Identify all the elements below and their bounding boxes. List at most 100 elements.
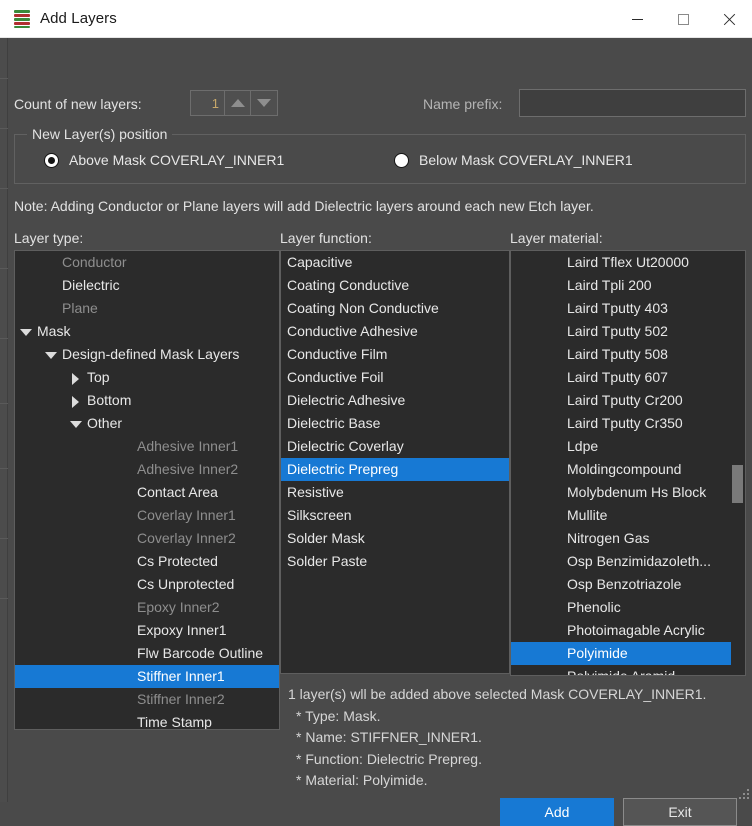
layer-type-item[interactable]: Coverlay Inner2 <box>15 527 279 550</box>
layer-function-item[interactable]: Conductive Foil <box>281 366 509 389</box>
layer-type-item[interactable]: Design-defined Mask Layers <box>15 343 279 366</box>
chevron-right-icon[interactable] <box>69 389 83 412</box>
layer-type-item[interactable]: Epoxy Inner2 <box>15 596 279 619</box>
count-spinner[interactable]: 1 <box>190 90 278 116</box>
layer-material-item[interactable]: Laird Tputty Cr350 <box>511 412 731 435</box>
layer-function-list[interactable]: Capacitive Coating Conductive Coating Non … <box>280 250 510 674</box>
layer-function-item[interactable]: Dielectric Base <box>281 412 509 435</box>
layer-material-item[interactable]: Laird Tputty Cr200 <box>511 389 731 412</box>
background-window-sliver <box>0 38 8 802</box>
layer-function-item[interactable]: Resistive <box>281 481 509 504</box>
layer-material-item[interactable]: Moldingcompound <box>511 458 731 481</box>
tree-spacer-icon <box>119 619 133 642</box>
layer-material-item[interactable]: Laird Tputty 403 <box>511 297 731 320</box>
layer-function-item[interactable]: Dielectric Coverlay <box>281 435 509 458</box>
layer-function-item[interactable]: Conductive Adhesive <box>281 320 509 343</box>
layer-function-item[interactable]: Coating Non Conductive <box>281 297 509 320</box>
spinner-down-button[interactable] <box>251 91 277 115</box>
material-scrollbar[interactable] <box>731 252 744 675</box>
layer-type-item[interactable]: Stiffner Inner2 <box>15 688 279 711</box>
layer-type-item[interactable]: Dielectric <box>15 274 279 297</box>
layer-material-item[interactable]: Osp Benzimidazoleth... <box>511 550 731 573</box>
layer-material-list[interactable]: Laird Tflex Ut20000 Laird Tpli 200 Laird T… <box>510 250 746 676</box>
layer-material-item[interactable]: Laird Tpli 200 <box>511 274 731 297</box>
chevron-down-icon[interactable] <box>44 343 58 366</box>
layer-type-item-label: Adhesive Inner1 <box>137 438 239 454</box>
title-bar[interactable]: Add Layers <box>0 0 752 38</box>
minimize-button[interactable] <box>614 0 660 38</box>
count-of-new-layers-label: Count of new layers: <box>14 96 142 112</box>
layer-material-item[interactable]: Nitrogen Gas <box>511 527 731 550</box>
layer-function-item[interactable]: Dielectric Prepreg <box>281 458 509 481</box>
layer-type-item[interactable]: Adhesive Inner1 <box>15 435 279 458</box>
layer-material-item[interactable]: Laird Tputty 508 <box>511 343 731 366</box>
layer-function-item[interactable]: Coating Conductive <box>281 274 509 297</box>
layer-material-item[interactable]: Laird Tputty 607 <box>511 366 731 389</box>
close-button[interactable] <box>706 0 752 38</box>
layer-function-item[interactable]: Conductive Film <box>281 343 509 366</box>
layer-type-item[interactable]: Plane <box>15 297 279 320</box>
tree-spacer-icon <box>119 527 133 550</box>
tree-spacer-icon <box>119 435 133 458</box>
layer-type-item[interactable]: Top <box>15 366 279 389</box>
tree-spacer-icon <box>119 665 133 688</box>
resize-grip-icon[interactable] <box>737 787 749 799</box>
layer-type-item[interactable]: Mask <box>15 320 279 343</box>
material-scrollbar-thumb[interactable] <box>732 465 743 503</box>
layer-type-item[interactable]: Flw Barcode Outline <box>15 642 279 665</box>
layer-material-item[interactable]: Osp Benzotriazole <box>511 573 731 596</box>
layer-material-item[interactable]: Molybdenum Hs Block <box>511 481 731 504</box>
layer-function-item[interactable]: Silkscreen <box>281 504 509 527</box>
radio-above-label: Above Mask COVERLAY_INNER1 <box>69 152 285 168</box>
layer-type-item[interactable]: Cs Unprotected <box>15 573 279 596</box>
add-button[interactable]: Add <box>500 798 614 826</box>
layer-material-item[interactable]: Photoimagable Acrylic <box>511 619 731 642</box>
chevron-down-icon[interactable] <box>19 320 33 343</box>
layer-type-item-label: Coverlay Inner2 <box>137 530 236 546</box>
radio-below-mask[interactable]: Below Mask COVERLAY_INNER1 <box>394 152 633 168</box>
layer-material-item[interactable]: Laird Tputty 502 <box>511 320 731 343</box>
info-line-5: * Material: Polyimide. <box>296 772 428 788</box>
layer-material-item[interactable]: Polyimide <box>511 642 731 665</box>
new-layers-position-title: New Layer(s) position <box>27 126 173 142</box>
layer-type-item[interactable]: Time Stamp <box>15 711 279 729</box>
exit-button[interactable]: Exit <box>623 798 737 826</box>
layer-function-item[interactable]: Solder Paste <box>281 550 509 573</box>
name-prefix-input[interactable] <box>519 89 746 117</box>
info-line-1: 1 layer(s) wll be added above selected M… <box>288 686 707 702</box>
tree-spacer-icon <box>119 481 133 504</box>
tree-spacer-icon <box>119 642 133 665</box>
layer-type-item[interactable]: Bottom <box>15 389 279 412</box>
spinner-up-button[interactable] <box>225 91 251 115</box>
radio-below-label: Below Mask COVERLAY_INNER1 <box>419 152 633 168</box>
layer-material-item[interactable]: Phenolic <box>511 596 731 619</box>
layer-type-tree[interactable]: Conductor Dielectric Plane Mask Design-defin… <box>14 250 280 730</box>
layer-type-item-label: Mask <box>37 323 71 339</box>
layer-type-item[interactable]: Contact Area <box>15 481 279 504</box>
layer-type-item[interactable]: Conductor <box>15 251 279 274</box>
layer-type-header: Layer type: <box>14 230 84 246</box>
layer-type-item[interactable]: Cs Protected <box>15 550 279 573</box>
layer-function-item[interactable]: Solder Mask <box>281 527 509 550</box>
info-line-3: * Name: STIFFNER_INNER1. <box>296 729 482 745</box>
count-value[interactable]: 1 <box>191 91 225 115</box>
maximize-button[interactable] <box>660 0 706 38</box>
layer-material-item[interactable]: Polyimide Aramid <box>511 665 731 675</box>
layer-function-item[interactable]: Dielectric Adhesive <box>281 389 509 412</box>
layer-type-item[interactable]: Other <box>15 412 279 435</box>
layer-type-item[interactable]: Coverlay Inner1 <box>15 504 279 527</box>
layer-function-item[interactable]: Capacitive <box>281 251 509 274</box>
layer-material-item[interactable]: Ldpe <box>511 435 731 458</box>
layer-type-item-label: Stiffner Inner1 <box>137 668 225 684</box>
layer-type-item-label: Top <box>87 369 110 385</box>
layer-type-item[interactable]: Expoxy Inner1 <box>15 619 279 642</box>
chevron-right-icon[interactable] <box>69 366 83 389</box>
layer-type-item[interactable]: Adhesive Inner2 <box>15 458 279 481</box>
layer-material-item[interactable]: Mullite <box>511 504 731 527</box>
layer-type-item-label: Cs Protected <box>137 553 218 569</box>
radio-above-mask[interactable]: Above Mask COVERLAY_INNER1 <box>44 152 284 168</box>
tree-spacer-icon <box>119 504 133 527</box>
chevron-down-icon[interactable] <box>69 412 83 435</box>
layer-material-item[interactable]: Laird Tflex Ut20000 <box>511 251 731 274</box>
layer-type-item[interactable]: Stiffner Inner1 <box>15 665 279 688</box>
